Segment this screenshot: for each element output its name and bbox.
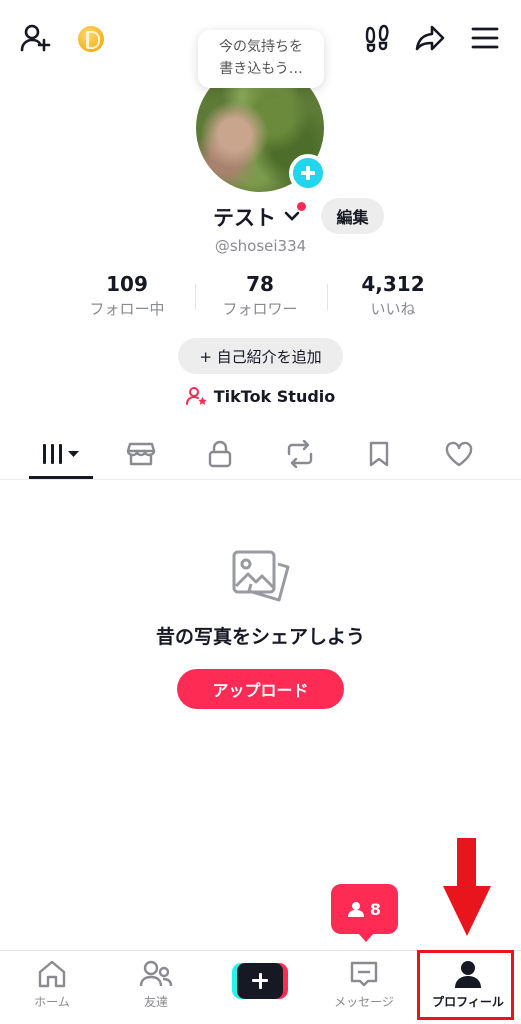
tab-private[interactable] xyxy=(188,430,252,478)
user-icon xyxy=(347,901,364,917)
share-icon[interactable] xyxy=(414,22,446,54)
nav-friends[interactable]: 友達 xyxy=(106,957,206,1017)
plus-icon xyxy=(237,963,283,999)
studio-label: TikTok Studio xyxy=(213,386,336,406)
bubble-line-2: 書き込もう… xyxy=(219,61,303,77)
menu-icon[interactable] xyxy=(469,22,501,54)
stat-following-label: フォロー中 xyxy=(89,300,165,318)
coin-icon[interactable] xyxy=(78,26,104,52)
tab-shop[interactable] xyxy=(109,430,173,478)
friends-icon xyxy=(139,959,173,989)
edit-profile-button[interactable]: 編集 xyxy=(321,198,384,234)
friend-request-notification[interactable]: 8 xyxy=(331,884,398,942)
tab-videos[interactable] xyxy=(29,430,93,478)
profile-stats: 109 フォロー中 78 フォロワー 4,312 いいね xyxy=(0,272,521,322)
profile-name[interactable]: テスト xyxy=(213,202,276,232)
repost-icon xyxy=(285,440,315,468)
message-icon xyxy=(349,959,379,989)
stat-followers-value: 78 xyxy=(246,272,274,296)
tiktok-studio-link[interactable]: TikTok Studio xyxy=(0,386,521,406)
active-tab-underline xyxy=(29,476,93,479)
nav-home[interactable]: ホーム xyxy=(2,957,102,1017)
add-bio-button[interactable]: + 自己紹介を追加 xyxy=(178,338,343,374)
heart-icon xyxy=(444,440,474,468)
name-row: テスト xyxy=(0,200,521,234)
nav-home-label: ホーム xyxy=(34,995,70,1009)
upload-button[interactable]: アップロード xyxy=(177,669,344,709)
tab-reposts[interactable] xyxy=(268,430,332,478)
stat-likes[interactable]: 4,312 いいね xyxy=(328,272,458,319)
nav-friends-label: 友達 xyxy=(143,995,168,1009)
add-avatar-plus-icon[interactable] xyxy=(289,154,327,192)
lock-icon xyxy=(207,440,233,468)
bookmark-icon xyxy=(367,440,391,468)
tab-saved[interactable] xyxy=(347,430,411,478)
shop-icon xyxy=(126,440,156,468)
bubble-line-1: 今の気持ちを xyxy=(219,39,303,55)
annotation-highlight-box xyxy=(417,950,514,1020)
create-post-button[interactable] xyxy=(232,963,288,999)
nav-messages-label: メッセージ xyxy=(334,995,394,1009)
stat-following[interactable]: 109 フォロー中 xyxy=(62,272,192,319)
stat-likes-label: いいね xyxy=(370,300,416,318)
photos-icon xyxy=(230,548,292,608)
user-handle: @shosei334 xyxy=(214,237,307,255)
add-friend-icon[interactable] xyxy=(20,22,52,54)
stat-following-value: 109 xyxy=(106,272,148,296)
annotation-arrow-head xyxy=(443,886,491,936)
nav-messages[interactable]: メッセージ xyxy=(314,957,414,1017)
annotation-arrow-shaft xyxy=(457,838,476,890)
status-bubble[interactable]: 今の気持ちを 書き込もう… xyxy=(198,30,324,88)
studio-user-star-icon xyxy=(185,386,208,406)
content-tabs xyxy=(0,430,521,480)
stat-likes-value: 4,312 xyxy=(361,272,425,296)
empty-state-message: 昔の写真をシェアしよう xyxy=(155,626,365,648)
stat-followers-label: フォロワー xyxy=(222,300,298,318)
stat-followers[interactable]: 78 フォロワー xyxy=(195,272,325,319)
footprints-icon[interactable] xyxy=(362,22,394,54)
notification-dot xyxy=(297,202,306,211)
home-icon xyxy=(36,959,68,989)
grid-icon xyxy=(41,442,81,466)
chevron-down-icon[interactable] xyxy=(284,210,300,222)
tab-liked[interactable] xyxy=(427,430,491,478)
notification-count: 8 xyxy=(369,899,382,919)
